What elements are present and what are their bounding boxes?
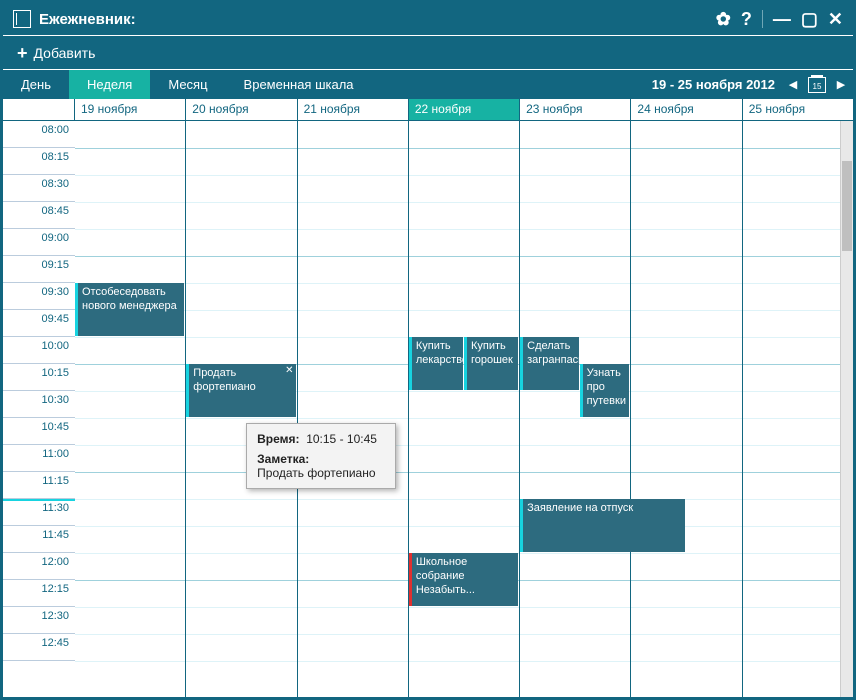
day-column-6[interactable] <box>743 121 853 697</box>
gear-icon[interactable]: ✿ <box>716 9 731 30</box>
day-column-2[interactable] <box>298 121 409 697</box>
time-slot: 08:15 <box>3 148 75 175</box>
time-slot: 09:15 <box>3 256 75 283</box>
time-slot: 08:00 <box>3 121 75 148</box>
plus-icon: + <box>17 44 28 62</box>
time-slot: 11:45 <box>3 526 75 553</box>
tooltip-note-value: Продать фортепиано <box>257 466 385 480</box>
event[interactable]: Школьное собрание Незабыть... <box>409 553 518 606</box>
time-slot: 11:00 <box>3 445 75 472</box>
time-column: 08:0008:1508:3008:4509:0009:1509:3009:45… <box>3 121 75 661</box>
today-button[interactable]: 15 <box>805 70 829 99</box>
time-slot: 12:30 <box>3 607 75 634</box>
time-slot: 09:45 <box>3 310 75 337</box>
time-slot: 11:15 <box>3 472 75 499</box>
date-range-label: 19 - 25 ноября 2012 <box>646 70 781 99</box>
day-header-0[interactable]: 19 ноября <box>75 99 186 120</box>
event[interactable]: Купить лекарство <box>409 337 463 390</box>
event[interactable]: Узнать про путевки <box>580 364 630 417</box>
time-slot: 08:45 <box>3 202 75 229</box>
day-header-1[interactable]: 20 ноября <box>186 99 297 120</box>
tooltip-note-label: Заметка: <box>257 452 309 466</box>
day-column-5[interactable] <box>631 121 742 697</box>
event[interactable]: Отсобеседовать нового менеджера <box>75 283 184 336</box>
time-slot: 11:30 <box>3 499 75 526</box>
time-slot: 09:00 <box>3 229 75 256</box>
time-slot: 12:00 <box>3 553 75 580</box>
close-button[interactable]: ✕ <box>828 9 843 30</box>
calendar-grid: 19 ноября20 ноября21 ноября22 ноября23 н… <box>3 99 853 697</box>
day-header-3[interactable]: 22 ноября <box>409 99 520 120</box>
tooltip-time-label: Время: <box>257 432 299 446</box>
event-close-icon[interactable]: ✕ <box>285 365 293 378</box>
now-indicator <box>3 499 75 501</box>
event[interactable]: Продать фортепиано✕ <box>186 364 295 417</box>
event[interactable]: Купить горошек <box>464 337 518 390</box>
scroll-thumb[interactable] <box>842 161 852 251</box>
add-button[interactable]: Добавить <box>34 45 96 61</box>
event-tooltip: Время: 10:15 - 10:45 Заметка: Продать фо… <box>246 423 396 489</box>
time-slot: 12:15 <box>3 580 75 607</box>
time-slot: 10:45 <box>3 418 75 445</box>
titlebar: Ежежневник: ✿ ? — ▢ ✕ <box>3 3 853 35</box>
nav-tabs: ДеньНеделяМесяцВременная шкала <box>3 70 372 99</box>
time-slot: 08:30 <box>3 175 75 202</box>
time-slot: 10:00 <box>3 337 75 364</box>
day-header-5[interactable]: 24 ноября <box>631 99 742 120</box>
next-week-button[interactable] <box>829 70 853 99</box>
day-column-1[interactable]: Продать фортепиано✕ <box>186 121 297 697</box>
time-slot: 12:45 <box>3 634 75 661</box>
day-header-2[interactable]: 21 ноября <box>298 99 409 120</box>
maximize-button[interactable]: ▢ <box>801 9 818 30</box>
calendar-icon: 15 <box>808 77 826 93</box>
day-column-0[interactable]: Отсобеседовать нового менеджера <box>75 121 186 697</box>
day-column-4[interactable]: Сделать загранпаспортУзнать про путевкиЗ… <box>520 121 631 697</box>
day-header-4[interactable]: 23 ноября <box>520 99 631 120</box>
nav-tab-0[interactable]: День <box>3 70 69 99</box>
prev-week-button[interactable] <box>781 70 805 99</box>
view-navbar: ДеньНеделяМесяцВременная шкала 19 - 25 н… <box>3 69 853 99</box>
time-column-header <box>3 99 75 120</box>
tooltip-time-value: 10:15 - 10:45 <box>306 432 377 446</box>
scrollbar[interactable] <box>840 121 853 697</box>
event[interactable]: Сделать загранпаспорт <box>520 337 579 390</box>
app-icon <box>13 10 31 28</box>
minimize-button[interactable]: — <box>773 9 791 30</box>
day-column-3[interactable]: Купить лекарствоКупить горошек Школьное с… <box>409 121 520 697</box>
toolbar: + Добавить <box>3 35 853 69</box>
time-slot: 10:30 <box>3 391 75 418</box>
nav-tab-2[interactable]: Месяц <box>150 70 225 99</box>
help-icon[interactable]: ? <box>741 9 752 30</box>
grid-body: 08:0008:1508:3008:4509:0009:1509:3009:45… <box>3 121 853 697</box>
time-slot: 09:30 <box>3 283 75 310</box>
day-header-6[interactable]: 25 ноября <box>743 99 853 120</box>
nav-tab-3[interactable]: Временная шкала <box>226 70 372 99</box>
time-slot: 10:15 <box>3 364 75 391</box>
day-headers: 19 ноября20 ноября21 ноября22 ноября23 н… <box>3 99 853 121</box>
nav-tab-1[interactable]: Неделя <box>69 70 150 99</box>
window-title: Ежежневник: <box>39 11 716 28</box>
